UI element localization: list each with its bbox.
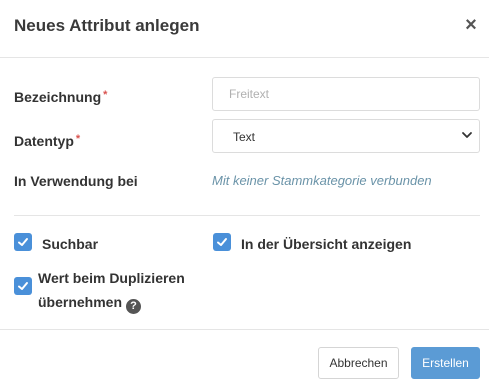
duplicate-label-line2-text: übernehmen [38, 294, 123, 310]
searchable-option[interactable]: Suchbar [14, 233, 98, 255]
name-input[interactable] [212, 77, 480, 111]
dialog-title: Neues Attribut anlegen [14, 16, 200, 35]
duplicate-label: Wert beim Duplizieren übernehmen? [38, 266, 185, 314]
duplicate-option[interactable]: Wert beim Duplizieren übernehmen? [14, 266, 185, 314]
checkmark-icon [217, 238, 227, 246]
form-divider [14, 215, 480, 216]
duplicate-label-line1: Wert beim Duplizieren [38, 270, 185, 286]
overview-checkbox[interactable] [213, 233, 231, 251]
duplicate-checkbox[interactable] [14, 277, 32, 295]
checkmark-icon [18, 238, 28, 246]
usage-label: In Verwendung bei [14, 173, 138, 189]
datatype-select[interactable]: Text [212, 119, 480, 153]
name-required-mark: * [103, 89, 108, 101]
datatype-label: Datentyp * [14, 133, 80, 149]
searchable-label: Suchbar [42, 236, 99, 252]
dialog-header: Neues Attribut anlegen × [0, 0, 489, 58]
close-icon[interactable]: × [462, 14, 480, 36]
duplicate-label-line2: übernehmen? [38, 290, 185, 314]
datatype-required-mark: * [75, 133, 81, 145]
usage-value: Mit keiner Stammkategorie verbunden [212, 173, 432, 188]
chevron-down-icon [462, 132, 472, 138]
footer-divider [0, 329, 489, 330]
overview-option[interactable]: In der Übersicht anzeigen [213, 233, 411, 255]
name-label: Bezeichnung * [14, 89, 107, 105]
overview-label: In der Übersicht anzeigen [241, 236, 412, 252]
searchable-checkbox[interactable] [14, 233, 32, 251]
checkmark-icon [18, 282, 28, 290]
name-label-text: Bezeichnung [14, 89, 102, 105]
datatype-label-text: Datentyp [14, 133, 74, 149]
help-icon[interactable]: ? [126, 299, 142, 314]
new-attribute-dialog: Neues Attribut anlegen × Bezeichnung* Da… [0, 0, 489, 390]
create-button[interactable]: Erstellen [411, 347, 480, 379]
datatype-selected-value: Text [233, 130, 256, 144]
cancel-button[interactable]: Abbrechen [318, 347, 399, 379]
